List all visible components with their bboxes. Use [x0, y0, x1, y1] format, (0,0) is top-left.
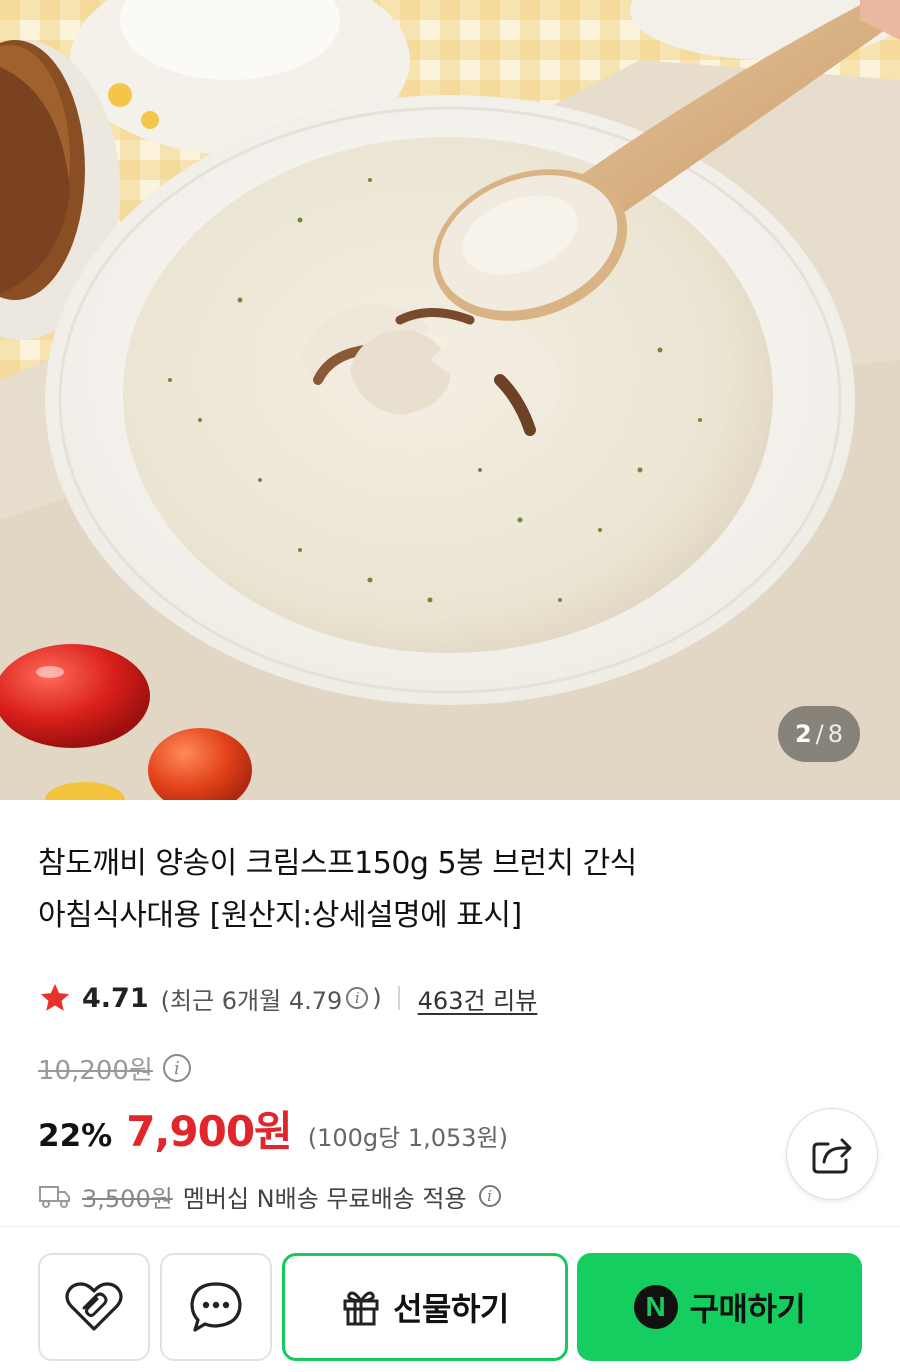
original-price: 10,200원 [38, 1055, 153, 1086]
discount-rate: 22% [38, 1118, 113, 1154]
chat-bubble-icon [190, 1282, 242, 1332]
shipping-info-icon[interactable]: i [478, 1185, 501, 1207]
rating-score: 4.71 [82, 982, 149, 1014]
original-price-row: 10,200원 i [38, 1048, 191, 1088]
product-image[interactable]: 2 / 8 [0, 0, 900, 800]
buy-button-label: 구매하기 [689, 1290, 806, 1328]
star-icon [40, 983, 70, 1011]
share-icon [812, 1138, 852, 1174]
rating-row: 4.71 (최근 6개월 4.79 i ) 463건 리뷰 [38, 978, 537, 1018]
unit-price: (100g당 1,053원) [307, 1124, 508, 1152]
section-divider [0, 1226, 900, 1227]
product-title-line1: 참도깨비 양송이 크림스프150g 5봉 브런치 간식 [38, 846, 637, 881]
product-title-line2: 아침식사대용 [원산지:상세설명에 표시] [38, 898, 522, 933]
shipping-row: 3,500원 멤버십 N배송 무료배송 적용 i [38, 1176, 505, 1216]
gift-icon [343, 1291, 379, 1326]
like-button[interactable] [38, 1253, 150, 1361]
shipping-fee: 3,500원 [82, 1184, 173, 1213]
gift-button[interactable]: 선물하기 [282, 1253, 568, 1361]
naver-n-icon: N [633, 1285, 678, 1329]
image-counter-total: 8 [827, 720, 844, 748]
gift-button-label: 선물하기 [393, 1290, 509, 1328]
sale-price-row: 22% 7,900원 (100g당 1,053원) [38, 1098, 508, 1156]
rating-recent: (최근 6개월 4.79 i ) [161, 981, 382, 1016]
shipping-text: 멤버십 N배송 무료배송 적용 [182, 1184, 467, 1213]
heart-icon [65, 1282, 123, 1331]
review-count-link[interactable]: 463건 리뷰 [418, 981, 538, 1016]
truck-icon [39, 1186, 70, 1208]
image-counter: 2 / 8 [778, 706, 860, 762]
sale-price: 7,900원 [126, 1107, 292, 1156]
info-icon[interactable]: i [346, 987, 369, 1009]
share-button[interactable] [786, 1108, 878, 1200]
divider [397, 986, 400, 1010]
rating-recent-close: ) [372, 984, 382, 1012]
product-title: 참도깨비 양송이 크림스프150g 5봉 브런치 간식 아침식사대용 [원산지:… [38, 838, 838, 942]
buy-button[interactable]: N 구매하기 [577, 1253, 862, 1361]
price-info-icon[interactable]: i [162, 1054, 191, 1082]
image-counter-separator: / [815, 720, 824, 748]
image-counter-current: 2 [794, 720, 812, 748]
talk-button[interactable] [160, 1253, 272, 1361]
rating-recent-text: (최근 6개월 4.79 [160, 986, 343, 1015]
